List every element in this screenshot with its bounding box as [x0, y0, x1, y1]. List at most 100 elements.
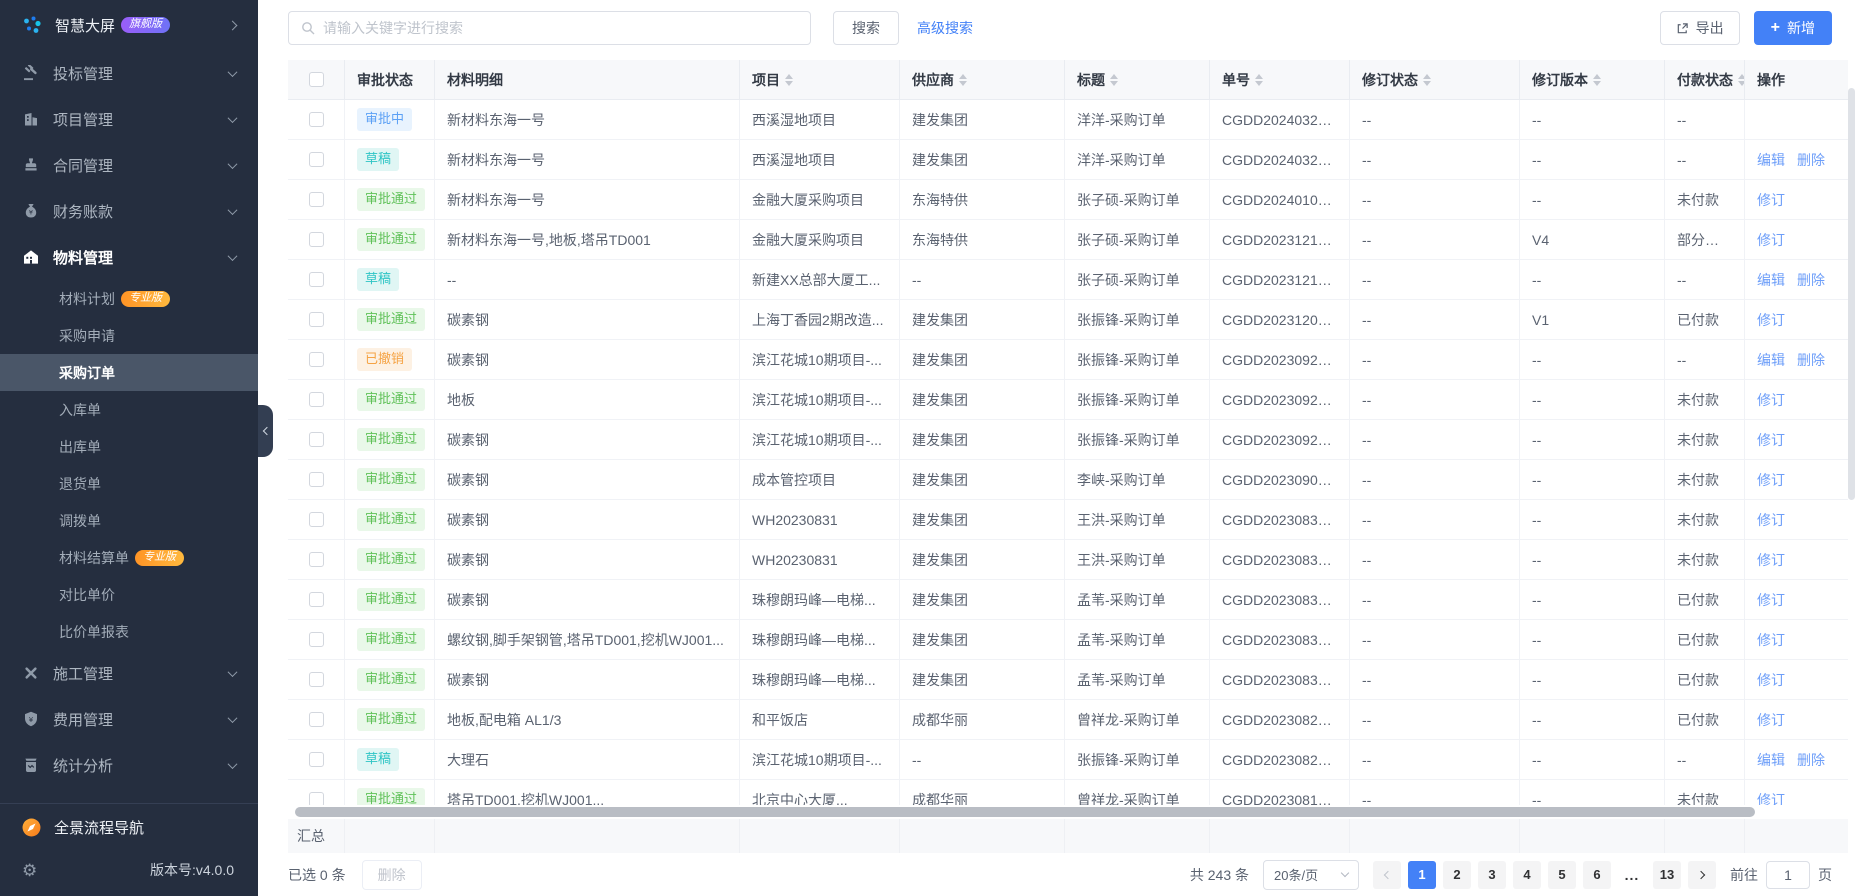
action-revise-link[interactable]: 修订 — [1757, 190, 1785, 210]
next-page-button[interactable] — [1688, 860, 1716, 889]
action-revise-link[interactable]: 修订 — [1757, 550, 1785, 570]
row-checkbox[interactable] — [308, 552, 324, 567]
action-delete-link[interactable]: 删除 — [1797, 270, 1825, 290]
action-edit-link[interactable]: 编辑 — [1757, 270, 1785, 290]
status-badge: 草稿 — [357, 748, 400, 771]
gear-icon[interactable]: ⚙ — [22, 862, 37, 879]
column-header-order-number[interactable]: 单号 — [1210, 60, 1350, 99]
row-checkbox[interactable] — [308, 592, 324, 607]
sort-icon[interactable] — [959, 73, 967, 86]
row-checkbox[interactable] — [308, 112, 324, 127]
row-checkbox[interactable] — [308, 792, 324, 805]
row-checkbox[interactable] — [308, 472, 324, 487]
page-button-13[interactable]: 13 — [1653, 860, 1681, 889]
page-button-4[interactable]: 4 — [1513, 860, 1541, 889]
row-checkbox[interactable] — [308, 672, 324, 687]
page-button-1[interactable]: 1 — [1408, 860, 1436, 889]
action-delete-link[interactable]: 删除 — [1797, 750, 1825, 770]
row-checkbox[interactable] — [308, 272, 324, 287]
action-revise-link[interactable]: 修订 — [1757, 790, 1785, 806]
sort-icon[interactable] — [1593, 73, 1601, 86]
delete-button[interactable]: 删除 — [361, 859, 422, 890]
action-revise-link[interactable]: 修订 — [1757, 310, 1785, 330]
column-header-project[interactable]: 项目 — [740, 60, 900, 99]
row-checkbox[interactable] — [308, 432, 324, 447]
action-revise-link[interactable]: 修订 — [1757, 470, 1785, 490]
column-header-supplier[interactable]: 供应商 — [900, 60, 1065, 99]
row-checkbox[interactable] — [308, 352, 324, 367]
row-checkbox-cell — [288, 660, 345, 699]
prev-page-button[interactable] — [1373, 860, 1401, 889]
page-button-2[interactable]: 2 — [1443, 860, 1471, 889]
goto-page-input[interactable] — [1766, 860, 1810, 889]
action-revise-link[interactable]: 修订 — [1757, 510, 1785, 530]
action-revise-link[interactable]: 修订 — [1757, 390, 1785, 410]
sidebar-item-material[interactable]: 物料管理 — [0, 234, 258, 280]
row-checkbox[interactable] — [308, 232, 324, 247]
page-button-5[interactable]: 5 — [1548, 860, 1576, 889]
action-revise-link[interactable]: 修订 — [1757, 430, 1785, 450]
column-header-payment-status[interactable]: 付款状态 — [1665, 60, 1745, 99]
sidebar-collapse-handle[interactable] — [258, 405, 273, 457]
sidebar-item-transfer-order[interactable]: 调拨单 — [0, 502, 258, 539]
sidebar-item-project[interactable]: 项目管理 — [0, 96, 258, 142]
sidebar-item-finance[interactable]: ¥ 财务账款 — [0, 188, 258, 234]
action-edit-link[interactable]: 编辑 — [1757, 150, 1785, 170]
action-revise-link[interactable]: 修订 — [1757, 630, 1785, 650]
pagination-ellipsis[interactable]: ... — [1618, 861, 1646, 889]
column-header-revision-version[interactable]: 修订版本 — [1520, 60, 1665, 99]
page-button-3[interactable]: 3 — [1478, 860, 1506, 889]
action-delete-link[interactable]: 删除 — [1797, 350, 1825, 370]
sidebar-item-contract[interactable]: 合同管理 — [0, 142, 258, 188]
action-revise-link[interactable]: 修订 — [1757, 590, 1785, 610]
page-button-6[interactable]: 6 — [1583, 860, 1611, 889]
search-button[interactable]: 搜索 — [833, 11, 899, 45]
row-checkbox[interactable] — [308, 632, 324, 647]
row-checkbox[interactable] — [308, 192, 324, 207]
export-button[interactable]: 导出 — [1659, 11, 1740, 45]
page-size-select[interactable]: 20条/页 — [1263, 859, 1359, 890]
action-revise-link[interactable]: 修订 — [1757, 710, 1785, 730]
sidebar-item-price-compare-report[interactable]: 比价单报表 — [0, 613, 258, 650]
sidebar-item-outbound-order[interactable]: 出库单 — [0, 428, 258, 465]
sidebar-item-material-settlement[interactable]: 材料结算单 专业版 — [0, 539, 258, 576]
sidebar-item-inbound-order[interactable]: 入库单 — [0, 391, 258, 428]
action-revise-link[interactable]: 修订 — [1757, 230, 1785, 250]
row-checkbox[interactable] — [308, 752, 324, 767]
sidebar-item-return-order[interactable]: 退货单 — [0, 465, 258, 502]
sort-icon[interactable] — [1423, 73, 1431, 86]
action-revise-link[interactable]: 修订 — [1757, 670, 1785, 690]
action-edit-link[interactable]: 编辑 — [1757, 350, 1785, 370]
row-checkbox[interactable] — [308, 152, 324, 167]
sidebar-item-price-compare[interactable]: 对比单价 — [0, 576, 258, 613]
vertical-scrollbar[interactable] — [1848, 88, 1855, 500]
sort-icon[interactable] — [1110, 73, 1118, 86]
sidebar-item-construction[interactable]: 施工管理 — [0, 650, 258, 696]
cell-text: 和平饭店 — [752, 711, 808, 728]
sidebar-item-panorama-nav[interactable]: 全景流程导航 — [0, 804, 258, 850]
sidebar-item-material-plan[interactable]: 材料计划 专业版 — [0, 280, 258, 317]
add-button[interactable]: + 新增 — [1753, 11, 1832, 45]
action-edit-link[interactable]: 编辑 — [1757, 750, 1785, 770]
sidebar-item-purchase-order[interactable]: 采购订单 — [0, 354, 258, 391]
horizontal-scrollbar[interactable] — [295, 807, 1755, 817]
row-checkbox[interactable] — [308, 392, 324, 407]
row-checkbox[interactable] — [308, 512, 324, 527]
select-all-checkbox[interactable] — [308, 72, 324, 87]
row-checkbox[interactable] — [308, 312, 324, 327]
row-checkbox[interactable] — [308, 712, 324, 727]
advanced-search-link[interactable]: 高级搜索 — [917, 18, 973, 38]
sort-icon[interactable] — [785, 73, 793, 86]
column-header-revision-status[interactable]: 修订状态 — [1350, 60, 1520, 99]
sidebar-item-bidding[interactable]: 投标管理 — [0, 50, 258, 96]
search-input[interactable] — [323, 20, 798, 36]
sort-icon[interactable] — [1255, 73, 1263, 86]
sidebar-item-expense[interactable]: ¥ 费用管理 — [0, 696, 258, 742]
sidebar-item-purchase-request[interactable]: 采购申请 — [0, 317, 258, 354]
sidebar-item-statistics[interactable]: 统计分析 — [0, 742, 258, 788]
column-header-title[interactable]: 标题 — [1065, 60, 1210, 99]
sort-icon[interactable] — [1738, 73, 1744, 86]
action-delete-link[interactable]: 删除 — [1797, 150, 1825, 170]
sidebar-item-smart-screen[interactable]: 智慧大屏 旗舰版 — [0, 0, 258, 50]
cell-text: 建发集团 — [912, 631, 968, 648]
